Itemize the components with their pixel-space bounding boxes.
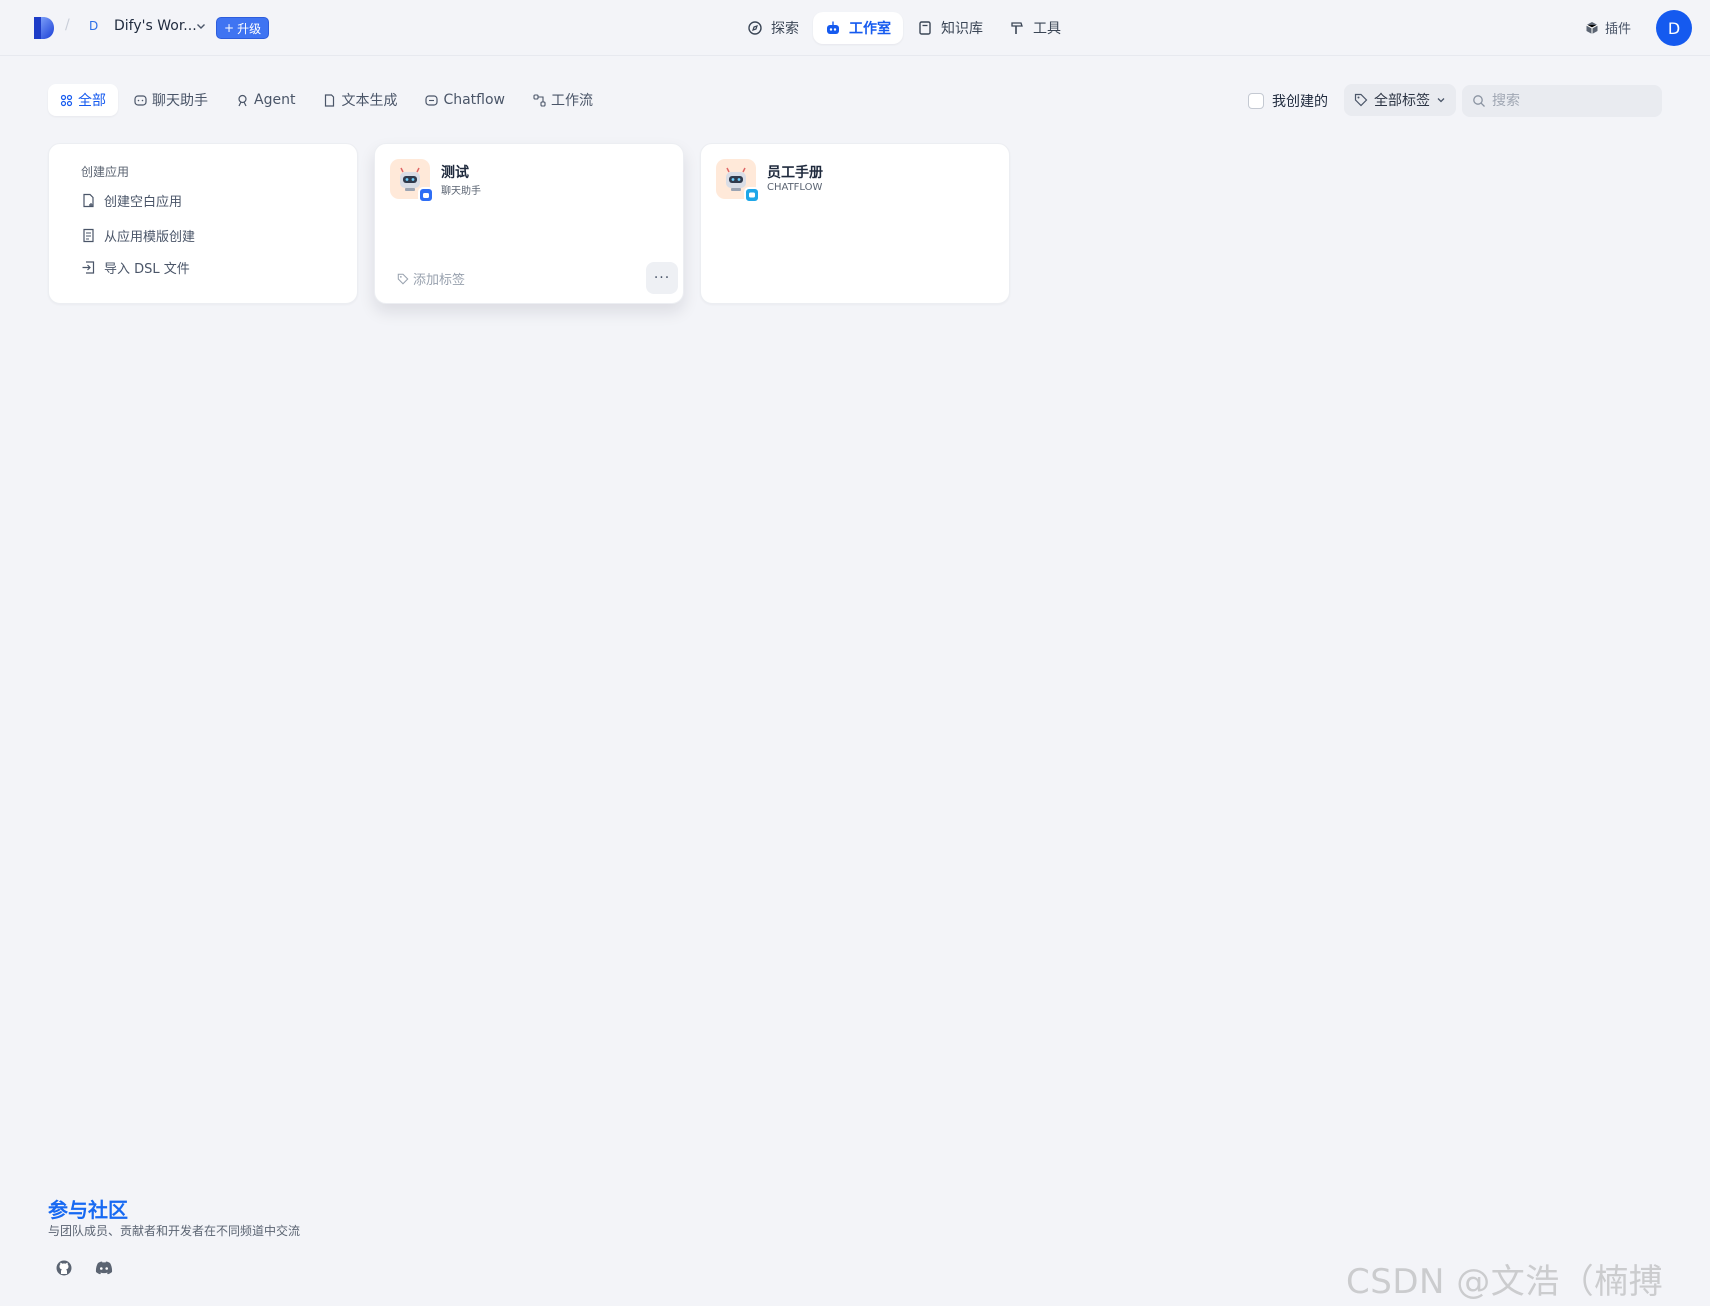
tag-filter-label: 全部标签 [1374,93,1430,109]
tab-workflow[interactable]: 工作流 [521,84,605,116]
app-card[interactable]: 员工手册 CHATFLOW [700,143,1010,304]
tab-chat-assistant[interactable]: 聊天助手 [122,84,220,116]
workflow-icon [533,93,546,107]
app-card[interactable]: 测试 聊天助手 添加标签 ··· [374,143,684,304]
import-icon [82,260,95,274]
search-box[interactable] [1462,85,1662,117]
chat-assistant-badge-icon [418,187,434,203]
created-by-me-filter[interactable]: 我创建的 [1248,91,1328,111]
tab-chatflow-label: Chatflow [443,92,506,108]
nav-knowledge-label: 知识库 [941,21,983,37]
app-name: 员工手册 [767,165,823,181]
chatflow-badge-icon [744,187,760,203]
create-from-template-button[interactable]: 从应用模版创建 [81,223,195,247]
document-icon [325,93,335,107]
tab-workflow-label: 工作流 [551,93,594,109]
tab-chatflow[interactable]: Chatflow [413,84,517,116]
breadcrumb-separator: / [65,17,70,33]
tab-text-generation[interactable]: 文本生成 [311,84,409,116]
app-name: 测试 [441,165,469,181]
add-tag-label: 添加标签 [413,273,466,288]
create-app-title: 创建应用 [81,165,130,179]
robot-icon [827,21,839,34]
tag-icon [1354,93,1368,107]
add-tag-button[interactable]: 添加标签 [397,269,465,288]
tag-icon [397,273,409,284]
workspace-initial: D [89,19,99,33]
created-by-me-checkbox[interactable] [1248,93,1264,109]
tag-filter-dropdown[interactable]: 全部标签 [1344,84,1456,116]
github-icon[interactable] [52,1256,76,1280]
search-input[interactable] [1492,93,1652,109]
more-options-button[interactable]: ··· [646,262,678,294]
agent-icon [238,94,247,106]
upgrade-label: 升级 [237,21,262,36]
plugins-button[interactable]: 插件 [1585,18,1631,37]
nav-tools[interactable]: 工具 [997,12,1073,44]
import-dsl-label: 导入 DSL 文件 [104,261,190,277]
app-type: CHATFLOW [767,182,823,193]
plus-icon: + [224,21,235,35]
main-nav: 探索 工作室 知识库 工具 [735,12,1073,44]
nav-tools-label: 工具 [1033,21,1061,37]
app-avatar [716,159,760,203]
upgrade-button[interactable]: + 升级 [216,17,270,39]
workspace-name[interactable]: Dify's Wor... [114,18,197,34]
nav-explore-label: 探索 [771,21,799,37]
community-title: 参与社区 [48,1198,128,1222]
create-from-template-label: 从应用模版创建 [104,229,196,245]
create-app-card: 创建应用 创建空白应用 从应用模版创建 导入 DSL 文件 [48,143,358,304]
compass-icon [748,21,762,35]
chat-icon [425,94,439,106]
import-dsl-button[interactable]: 导入 DSL 文件 [81,255,190,279]
created-by-me-label: 我创建的 [1272,94,1328,110]
tab-chat-assistant-label: 聊天助手 [152,93,208,109]
tab-agent-label: Agent [254,92,296,108]
book-icon [919,21,931,35]
discord-icon[interactable] [92,1256,116,1280]
chevron-down-icon [1437,98,1445,103]
avatar[interactable]: D [1656,10,1692,46]
create-blank-app-button[interactable]: 创建空白应用 [81,188,182,212]
plugins-label: 插件 [1605,22,1632,37]
nav-explore[interactable]: 探索 [735,12,811,44]
community-description: 与团队成员、贡献者和开发者在不同频道中交流 [48,1224,301,1238]
watermark: CSDN @文浩（楠搏万） [1346,1262,1664,1302]
nav-studio-label: 工作室 [849,21,891,37]
cube-icon [1586,21,1598,34]
hammer-icon [1011,22,1023,34]
file-plus-icon [83,193,94,207]
tab-all[interactable]: 全部 [48,84,118,116]
app-type: 聊天助手 [441,186,481,197]
chat-icon [134,94,147,106]
create-blank-app-label: 创建空白应用 [104,194,183,210]
nav-knowledge[interactable]: 知识库 [905,12,995,44]
tab-agent[interactable]: Agent [224,84,307,116]
tab-text-generation-label: 文本生成 [341,93,398,109]
grid-icon [60,94,73,106]
app-type-tabs: 全部 聊天助手 Agent 文本生成 Chatflow 工作流 [48,84,605,116]
dify-logo[interactable] [34,17,54,39]
app-avatar [390,159,434,203]
top-header: / D Dify's Wor... + 升级 探索 工作室 知识库 工具 插件 … [0,0,1710,56]
chevron-down-icon[interactable] [195,20,207,32]
template-icon [83,228,94,242]
nav-studio[interactable]: 工作室 [813,12,903,44]
tab-all-label: 全部 [78,93,106,109]
search-icon [1473,95,1485,107]
